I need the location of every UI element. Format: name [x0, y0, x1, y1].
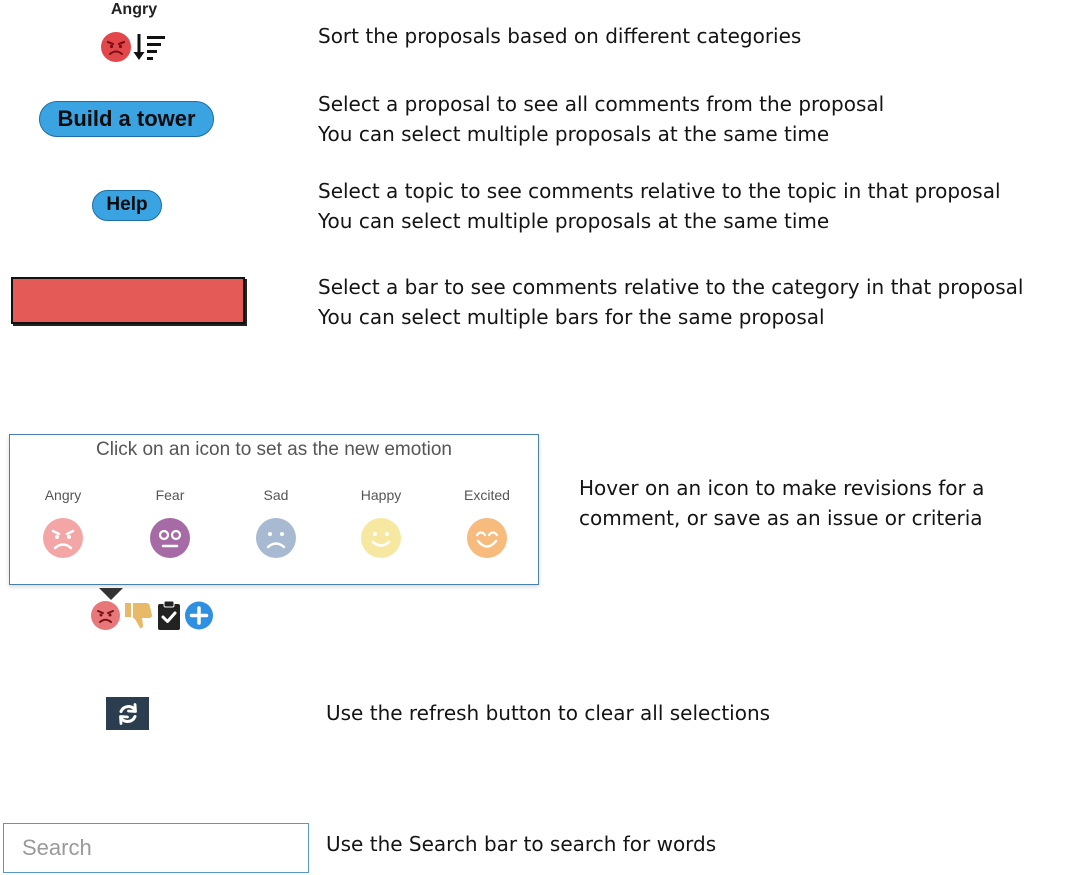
- emotion-label: Fear: [155, 487, 185, 503]
- category-bar[interactable]: [11, 277, 245, 324]
- emotion-picker-panel: Click on an icon to set as the new emoti…: [9, 434, 539, 585]
- emotion-option-fear[interactable]: Fear: [125, 487, 215, 559]
- comment-actions: [90, 600, 214, 631]
- description-line: You can select multiple proposals at the…: [318, 122, 830, 146]
- description-line: Select a bar to see comments relative to…: [318, 275, 1024, 299]
- description-line: Sort the proposals based on different ca…: [318, 24, 802, 48]
- search-description: Use the Search bar to search for words: [326, 829, 716, 859]
- emotion-label: Angry: [44, 487, 82, 503]
- emotion-picker-title: Click on an icon to set as the new emoti…: [96, 439, 452, 460]
- emotion-label: Happy: [360, 487, 402, 503]
- description-line: You can select multiple bars for the sam…: [318, 305, 825, 329]
- angry-face-icon[interactable]: [90, 600, 121, 631]
- bar-description: Select a bar to see comments relative to…: [318, 272, 1023, 332]
- thumbs-down-icon[interactable]: [124, 600, 154, 631]
- happy-face-icon: [361, 518, 401, 558]
- description-line: You can select multiple proposals at the…: [318, 209, 830, 233]
- description-line: Use the Search bar to search for words: [326, 832, 717, 856]
- description-line: Use the refresh button to clear all sele…: [326, 701, 771, 725]
- emotion-option-sad[interactable]: Sad: [231, 487, 321, 559]
- description-line: comment, or save as an issue or criteria: [579, 506, 983, 530]
- angry-face-icon: [101, 32, 131, 62]
- panel-pointer-caret: [99, 588, 123, 600]
- emotion-option-angry[interactable]: Angry: [18, 487, 108, 559]
- search-input[interactable]: [3, 823, 309, 873]
- emotion-label: Excited: [464, 487, 510, 503]
- excited-face-icon: [467, 518, 507, 558]
- refresh-icon: [118, 702, 137, 725]
- emotion-option-excited[interactable]: Excited: [442, 487, 532, 559]
- description-line: Select a topic to see comments relative …: [318, 179, 1001, 203]
- sort-description: Sort the proposals based on different ca…: [318, 21, 801, 51]
- sort-descending-icon: [133, 34, 165, 60]
- topic-button[interactable]: Help: [92, 190, 162, 221]
- angry-face-icon: [43, 518, 83, 558]
- description-line: Hover on an icon to make revisions for a: [579, 476, 985, 500]
- emotion-option-happy[interactable]: Happy: [336, 487, 426, 559]
- sort-emotion-label: Angry: [110, 1, 158, 18]
- emotion-label: Sad: [263, 487, 289, 503]
- proposal-button[interactable]: Build a tower: [39, 101, 214, 137]
- topic-description: Select a topic to see comments relative …: [318, 176, 1001, 236]
- fear-face-icon: [150, 518, 190, 558]
- proposal-description: Select a proposal to see all comments fr…: [318, 89, 884, 149]
- plus-circle-icon[interactable]: [184, 600, 214, 631]
- emotion-description: Hover on an icon to make revisions for a…: [579, 473, 984, 533]
- sort-control[interactable]: [100, 31, 166, 63]
- description-line: Select a proposal to see all comments fr…: [318, 92, 885, 116]
- refresh-button[interactable]: [106, 697, 149, 730]
- sad-face-icon: [256, 518, 296, 558]
- clipboard-check-icon[interactable]: [157, 600, 181, 631]
- refresh-description: Use the refresh button to clear all sele…: [326, 698, 770, 728]
